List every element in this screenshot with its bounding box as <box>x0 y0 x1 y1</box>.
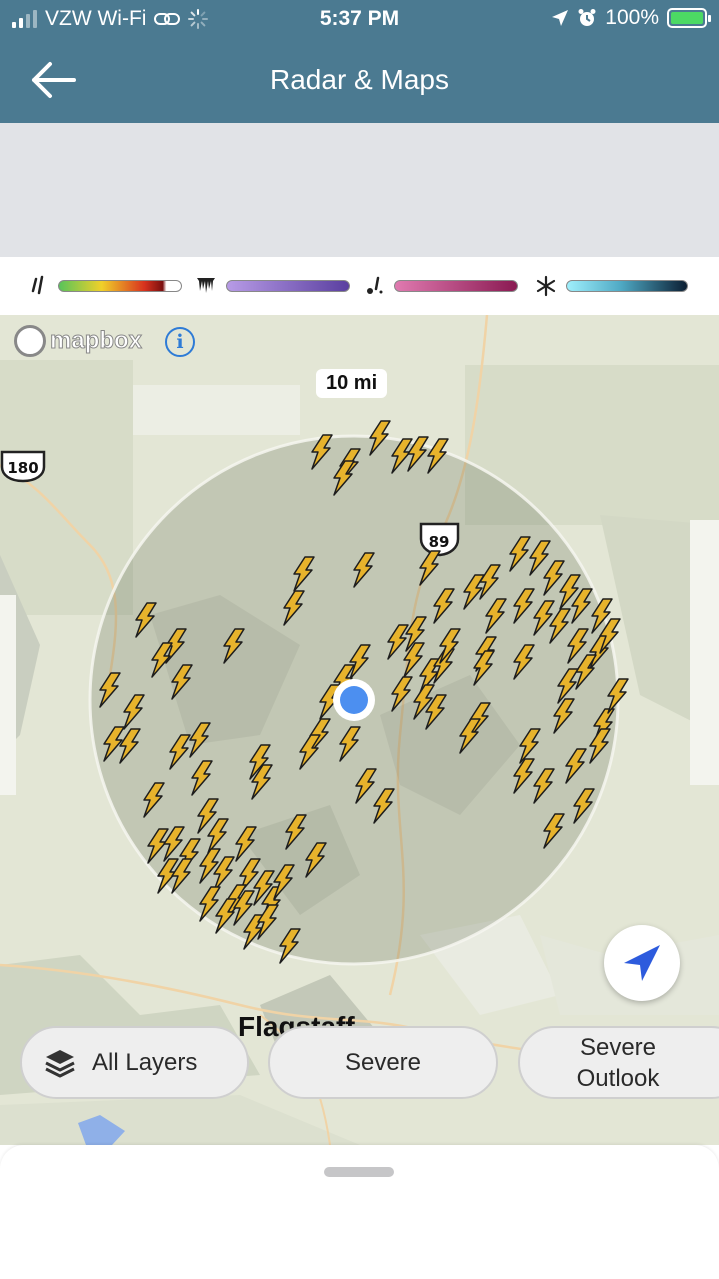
legend-rain <box>28 275 182 297</box>
highway-shield-180: 180 <box>0 450 46 483</box>
info-icon[interactable]: i <box>165 327 195 357</box>
legend-snow <box>536 275 688 297</box>
status-bar: VZW Wi-Fi 5:37 PM 100% <box>0 0 719 40</box>
icicle-icon <box>197 278 215 293</box>
severe-button[interactable]: Severe <box>268 1026 498 1099</box>
radar-map[interactable]: 180 89 mapbox i 10 mi Flagstaff All Laye… <box>0 315 719 1145</box>
snowflake-icon <box>536 275 556 297</box>
battery-percent: 100% <box>605 6 659 29</box>
location-arrow-icon <box>552 10 569 26</box>
shield-89-label: 89 <box>429 533 450 551</box>
bottom-sheet[interactable] <box>0 1145 719 1279</box>
map-terrain: 180 89 <box>0 315 719 1145</box>
rain-drop-icon <box>31 275 44 295</box>
navigation-arrow-icon <box>624 945 660 981</box>
nav-bar: Radar & Maps <box>0 40 719 123</box>
current-location-marker <box>333 679 375 721</box>
battery-charging-icon <box>667 8 711 28</box>
layers-icon <box>45 1049 75 1077</box>
severe-label: Severe <box>344 1049 422 1076</box>
mapbox-wordmark: mapbox <box>49 327 143 355</box>
mapbox-logo: mapbox <box>14 325 143 357</box>
all-layers-label: All Layers <box>92 1049 198 1076</box>
all-layers-button[interactable]: All Layers <box>20 1026 249 1099</box>
legend-mix <box>364 275 518 297</box>
map-scale-label: 10 mi <box>316 369 388 398</box>
severe-outlook-button[interactable]: Severe Outlook <box>518 1026 719 1099</box>
sheet-drag-handle[interactable] <box>324 1167 394 1177</box>
severe-outlook-label: Severe Outlook <box>576 1033 660 1092</box>
recenter-button[interactable] <box>604 925 680 1001</box>
alarm-icon <box>578 9 596 26</box>
page-title: Radar & Maps <box>270 64 449 95</box>
legend-ice <box>196 275 350 297</box>
mapbox-mark-icon <box>14 325 46 357</box>
precip-legend <box>0 257 719 315</box>
shield-180-label: 180 <box>7 459 38 477</box>
ad-banner-area <box>0 123 719 257</box>
mixed-precip-icon <box>367 276 383 294</box>
